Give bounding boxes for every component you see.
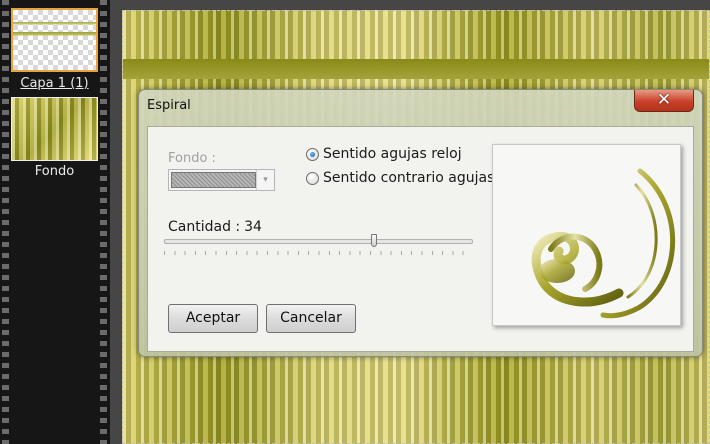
cantidad-label: Cantidad :34 [168,219,262,235]
fondo-color-select[interactable]: ▾ [168,169,275,191]
close-x-icon: ✕ [656,90,672,110]
layer-label: Fondo [34,164,75,179]
dialog-title: Espiral [147,98,191,113]
slider-ticks [164,251,473,255]
canvas-band [123,59,709,79]
dialog-body: Fondo : ▾ Sentido agujas reloj Sentido c… [147,126,694,352]
layer-label: Capa 1 (1) [20,76,89,91]
layer-thumbnail [11,8,98,72]
cantidad-slider[interactable] [164,234,473,247]
radio-clockwise-label: Sentido agujas reloj [323,146,462,162]
chevron-down-icon: ▾ [256,170,274,190]
radio-counterclockwise-label: Sentido contrario agujas [323,170,495,186]
radio-button-checked[interactable] [306,148,319,161]
fondo-color-swatch [171,172,256,188]
film-strip-right [100,0,107,444]
layers-panel: Capa 1 (1) Fondo [0,0,110,444]
layer-item-fondo[interactable]: Fondo [11,97,98,183]
film-strip-left [2,0,9,444]
cantidad-label-text: Cantidad : [168,219,241,235]
spiral-dialog: Espiral ✕ Fondo : ▾ Sentido agujas reloj… [138,89,703,357]
radio-button-unchecked[interactable] [306,172,319,185]
slider-thumb[interactable] [370,234,377,247]
accept-button[interactable]: Aceptar [168,304,258,333]
fondo-label: Fondo : [168,151,216,166]
layer-item-capa-1[interactable]: Capa 1 (1) [11,8,98,92]
cancel-button[interactable]: Cancelar [266,304,356,333]
cantidad-value: 34 [244,219,262,235]
layer-thumbnail [11,97,98,161]
close-button[interactable]: ✕ [634,90,694,112]
preview-box [492,144,681,326]
spiral-preview-image [531,168,676,319]
